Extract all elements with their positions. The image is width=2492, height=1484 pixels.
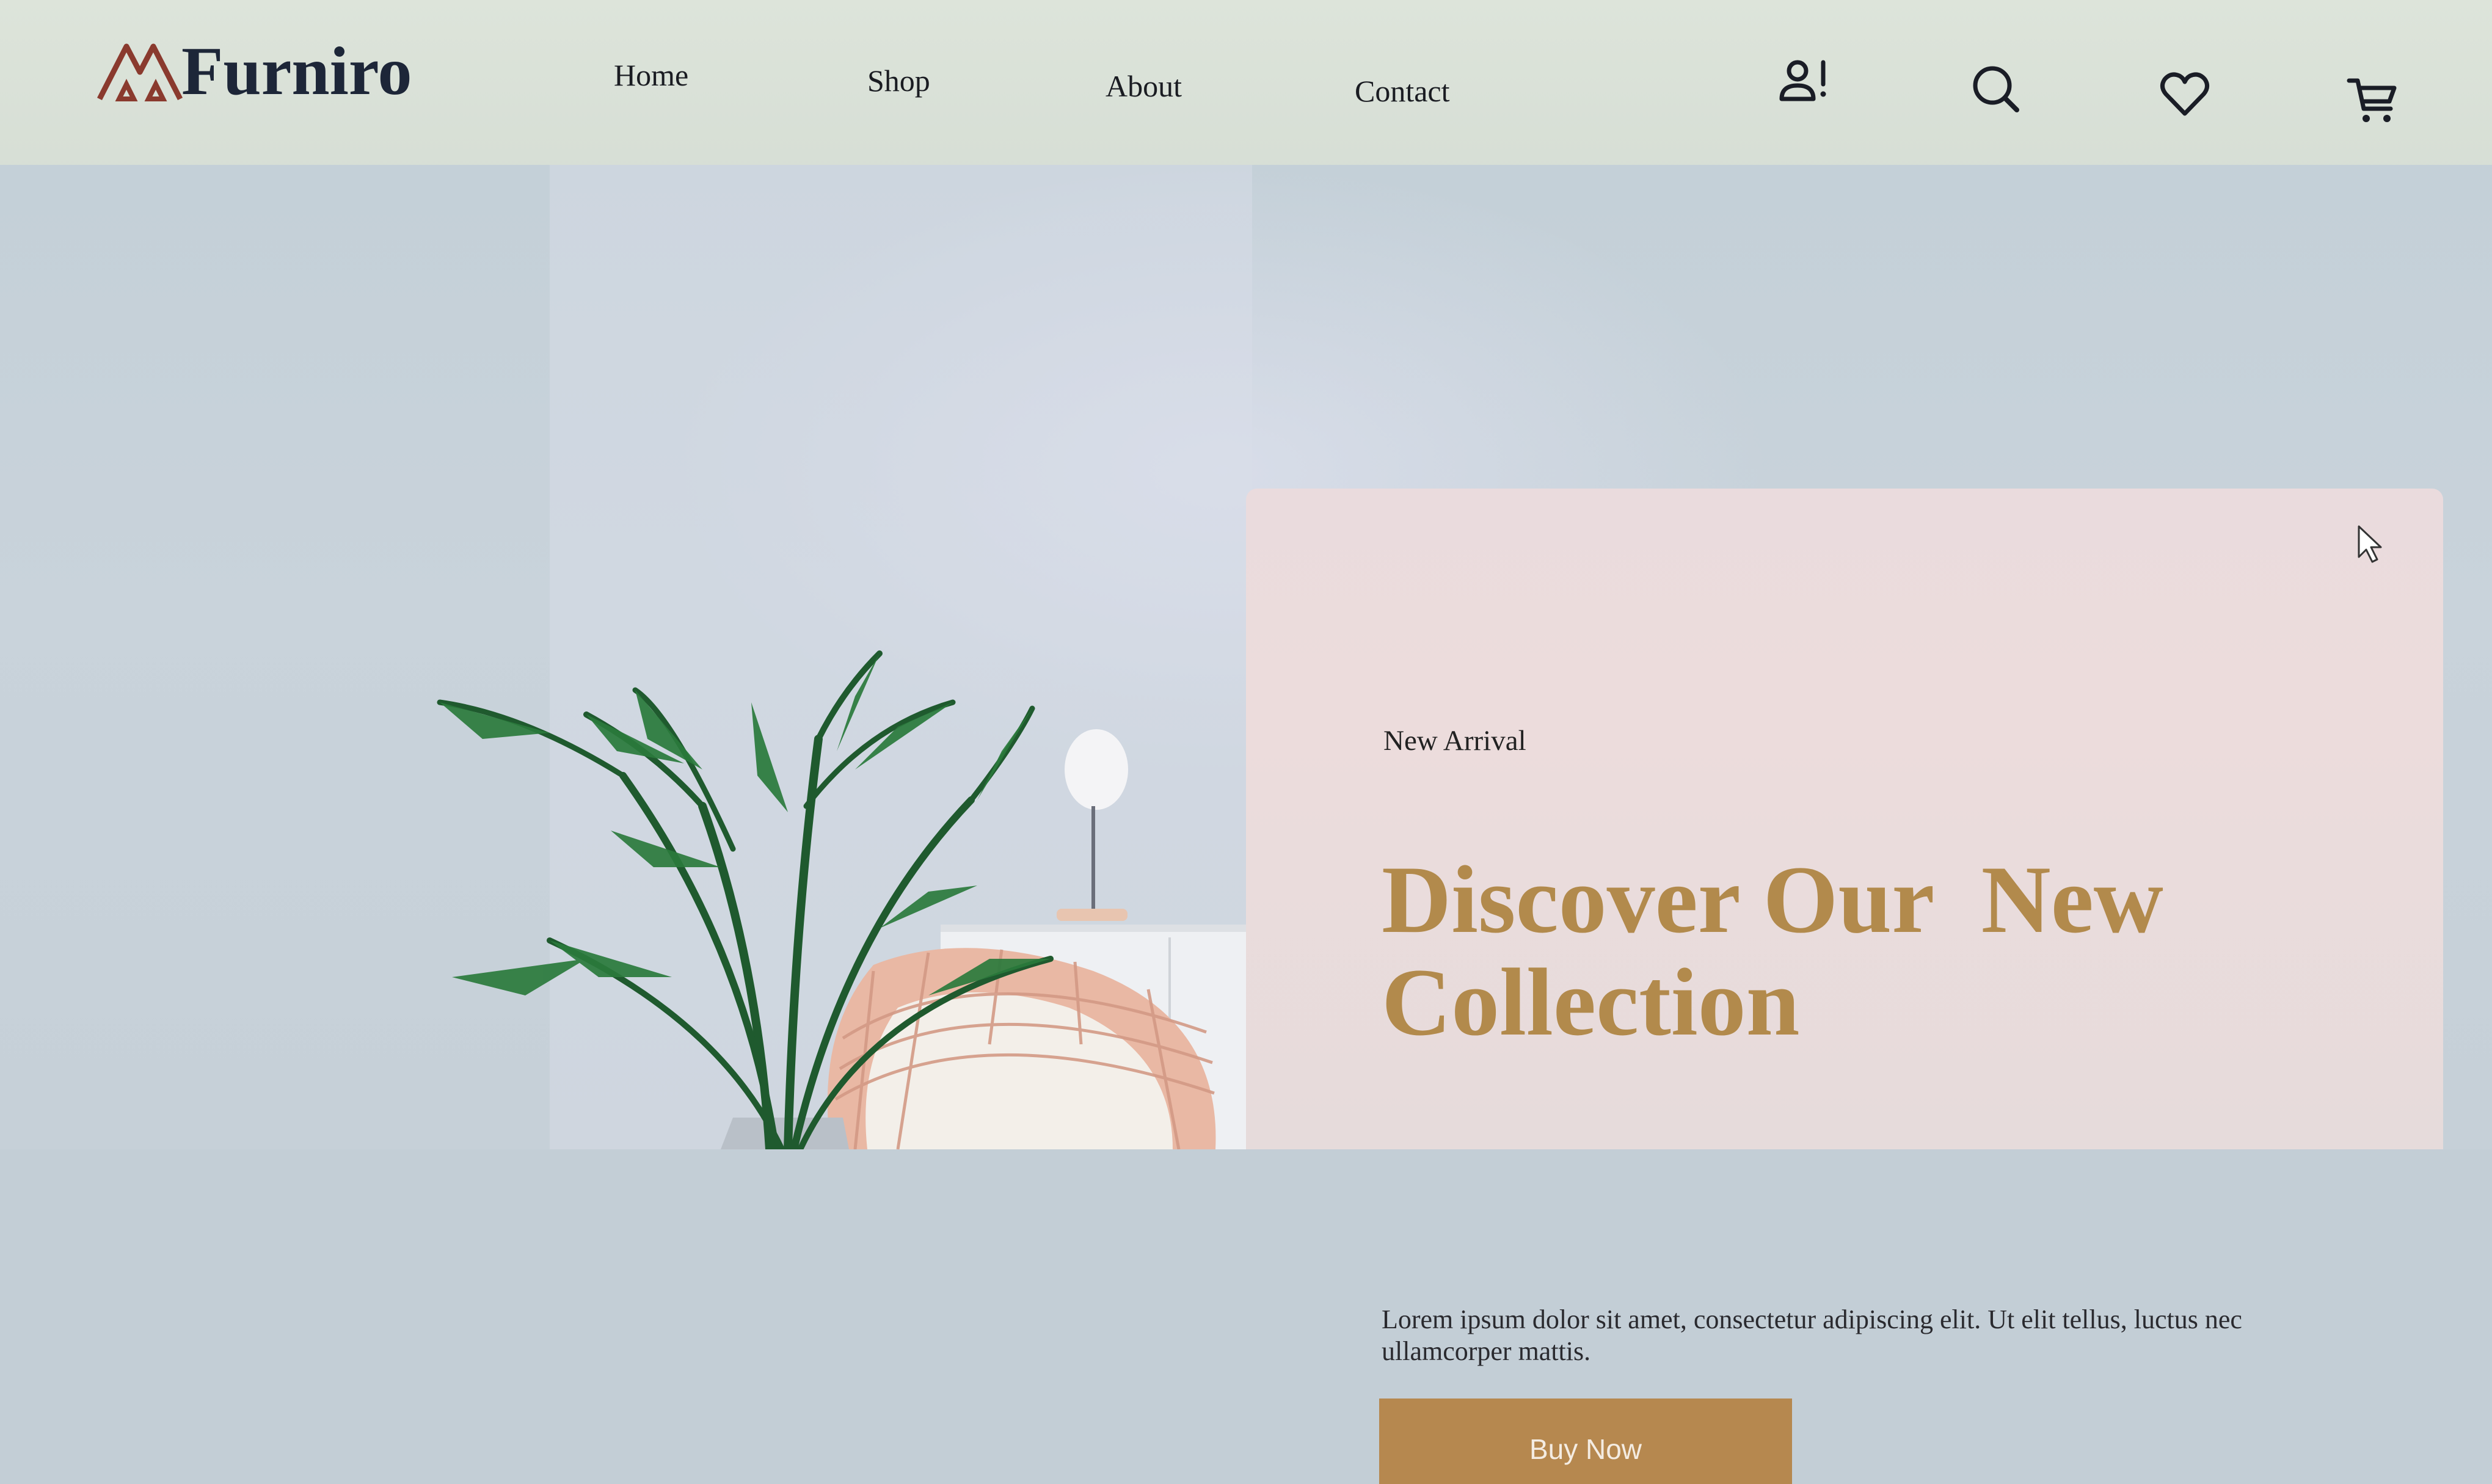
account-alert-icon[interactable] — [1774, 54, 1829, 109]
banner-eyebrow: New Arrival — [1383, 725, 1526, 757]
site-header: Furniro Home Shop About Contact — [0, 0, 2492, 183]
hero-photo — [437, 165, 1252, 1149]
nav-contact[interactable]: Contact — [1355, 76, 1450, 106]
cart-icon[interactable] — [2345, 72, 2400, 127]
search-icon[interactable] — [1968, 61, 2023, 116]
banner-description: Lorem ipsum dolor sit amet, consectetur … — [1382, 1304, 2242, 1366]
nav-home[interactable]: Home — [614, 60, 688, 90]
nav-about[interactable]: About — [1106, 71, 1182, 101]
logo-mark-icon — [97, 43, 183, 101]
mouse-cursor-icon — [2358, 525, 2382, 563]
buy-now-button[interactable]: Buy Now — [1379, 1399, 1792, 1484]
nav-shop[interactable]: Shop — [867, 65, 930, 96]
buy-now-label: Buy Now — [1529, 1433, 1642, 1465]
new-arrival-banner: New Arrival Discover Our New Collection … — [1246, 489, 2443, 1484]
logo[interactable]: Furniro — [95, 32, 412, 111]
banner-headline: Discover Our New Collection — [1382, 846, 2163, 1056]
heart-icon[interactable] — [2157, 66, 2212, 121]
hero-section: New Arrival Discover Our New Collection … — [0, 165, 2492, 1484]
brand-name: Furniro — [181, 34, 412, 109]
